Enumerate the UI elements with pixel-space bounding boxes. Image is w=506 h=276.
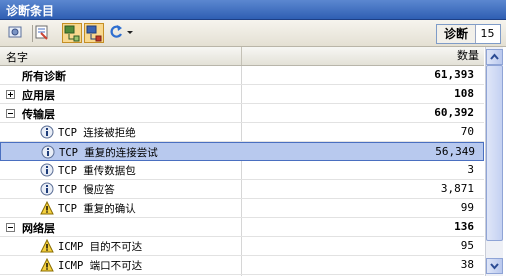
chevron-up-icon [490,53,499,60]
warning-icon [40,238,54,253]
table-row[interactable]: TCP 重复的连接尝试 56,349 [0,142,484,161]
info-icon [40,182,54,196]
window-title: 诊断条目 [6,4,55,18]
table-row[interactable]: ICMP 目的不可达 95 [0,237,484,256]
info-icon [41,145,55,159]
column-header-name[interactable]: 名字 [6,49,28,65]
diagnosis-count-box: 诊断 15 [436,24,501,44]
row-count: 99 [460,201,474,214]
filter-icon [35,25,48,40]
expand-toggle[interactable] [6,90,15,99]
table-row[interactable]: ICMP 端口不可达 38 [0,256,484,275]
table-row[interactable]: TCP 慢应答 3,871 [0,180,484,199]
row-count: 61,393 [434,68,474,81]
filter-button[interactable] [33,23,53,43]
warning-icon [40,200,54,215]
row-label: 所有诊断 [22,70,66,83]
row-count: 3,871 [440,182,474,195]
row-label: 传输层 [22,108,55,121]
table-row[interactable]: TCP 连接被拒绝 70 [0,123,484,142]
row-label: ICMP 目的不可达 [58,241,143,253]
collapse-button[interactable] [62,23,82,43]
scroll-thumb[interactable] [486,65,503,241]
vertical-scrollbar[interactable] [485,47,503,276]
table-row[interactable]: 传输层 60,392 [0,104,484,123]
table-header: 名字 数量 [0,47,484,66]
info-icon [40,163,54,177]
toolbar [0,20,506,47]
collapse-icon [64,25,80,42]
refresh-button[interactable] [108,23,136,43]
properties-button[interactable] [6,23,26,43]
table-row[interactable]: 网络层 136 [0,218,484,237]
table-row[interactable]: TCP 重复的确认 99 [0,199,484,218]
chevron-down-icon [127,31,133,34]
table-row[interactable]: TCP 重传数据包 3 [0,161,484,180]
scroll-down-button[interactable] [486,258,503,274]
row-count: 70 [460,125,474,138]
row-label: TCP 重复的确认 [58,203,136,215]
refresh-icon [110,25,122,38]
warning-icon [40,257,54,272]
expand-icon [86,25,102,42]
table-row[interactable]: 所有诊断 61,393 [0,66,484,85]
row-count: 38 [460,258,474,271]
row-count: 136 [454,220,474,233]
toolbar-separator [32,25,33,42]
collapse-toggle[interactable] [6,109,15,118]
row-label: TCP 重传数据包 [58,165,136,177]
diagnosis-label: 诊断 [437,25,476,43]
diagnosis-count: 15 [480,27,495,40]
row-label: TCP 慢应答 [58,184,115,196]
row-count: 3 [467,163,474,176]
scroll-up-button[interactable] [486,49,503,65]
row-label: 应用层 [22,89,55,102]
title-bar: 诊断条目 [0,0,506,20]
collapse-toggle[interactable] [6,223,15,232]
info-icon [40,125,54,139]
row-label: TCP 连接被拒绝 [58,127,136,139]
row-count: 108 [454,87,474,100]
row-count: 56,349 [435,145,475,158]
table-row[interactable]: 应用层 108 [0,85,484,104]
expand-button[interactable] [84,23,104,43]
row-count: 60,392 [434,106,474,119]
row-label: TCP 重复的连接尝试 [59,147,158,159]
chevron-down-icon [490,263,499,270]
row-label: 网络层 [22,222,55,235]
column-header-count[interactable]: 数量 [241,47,479,65]
row-count: 95 [460,239,474,252]
table-body: 所有诊断 61,393 应用层 108 传输层 60,392 TCP 连接被拒绝 70 TCP … [0,66,484,275]
row-label: ICMP 端口不可达 [58,260,143,272]
properties-icon [8,26,22,38]
